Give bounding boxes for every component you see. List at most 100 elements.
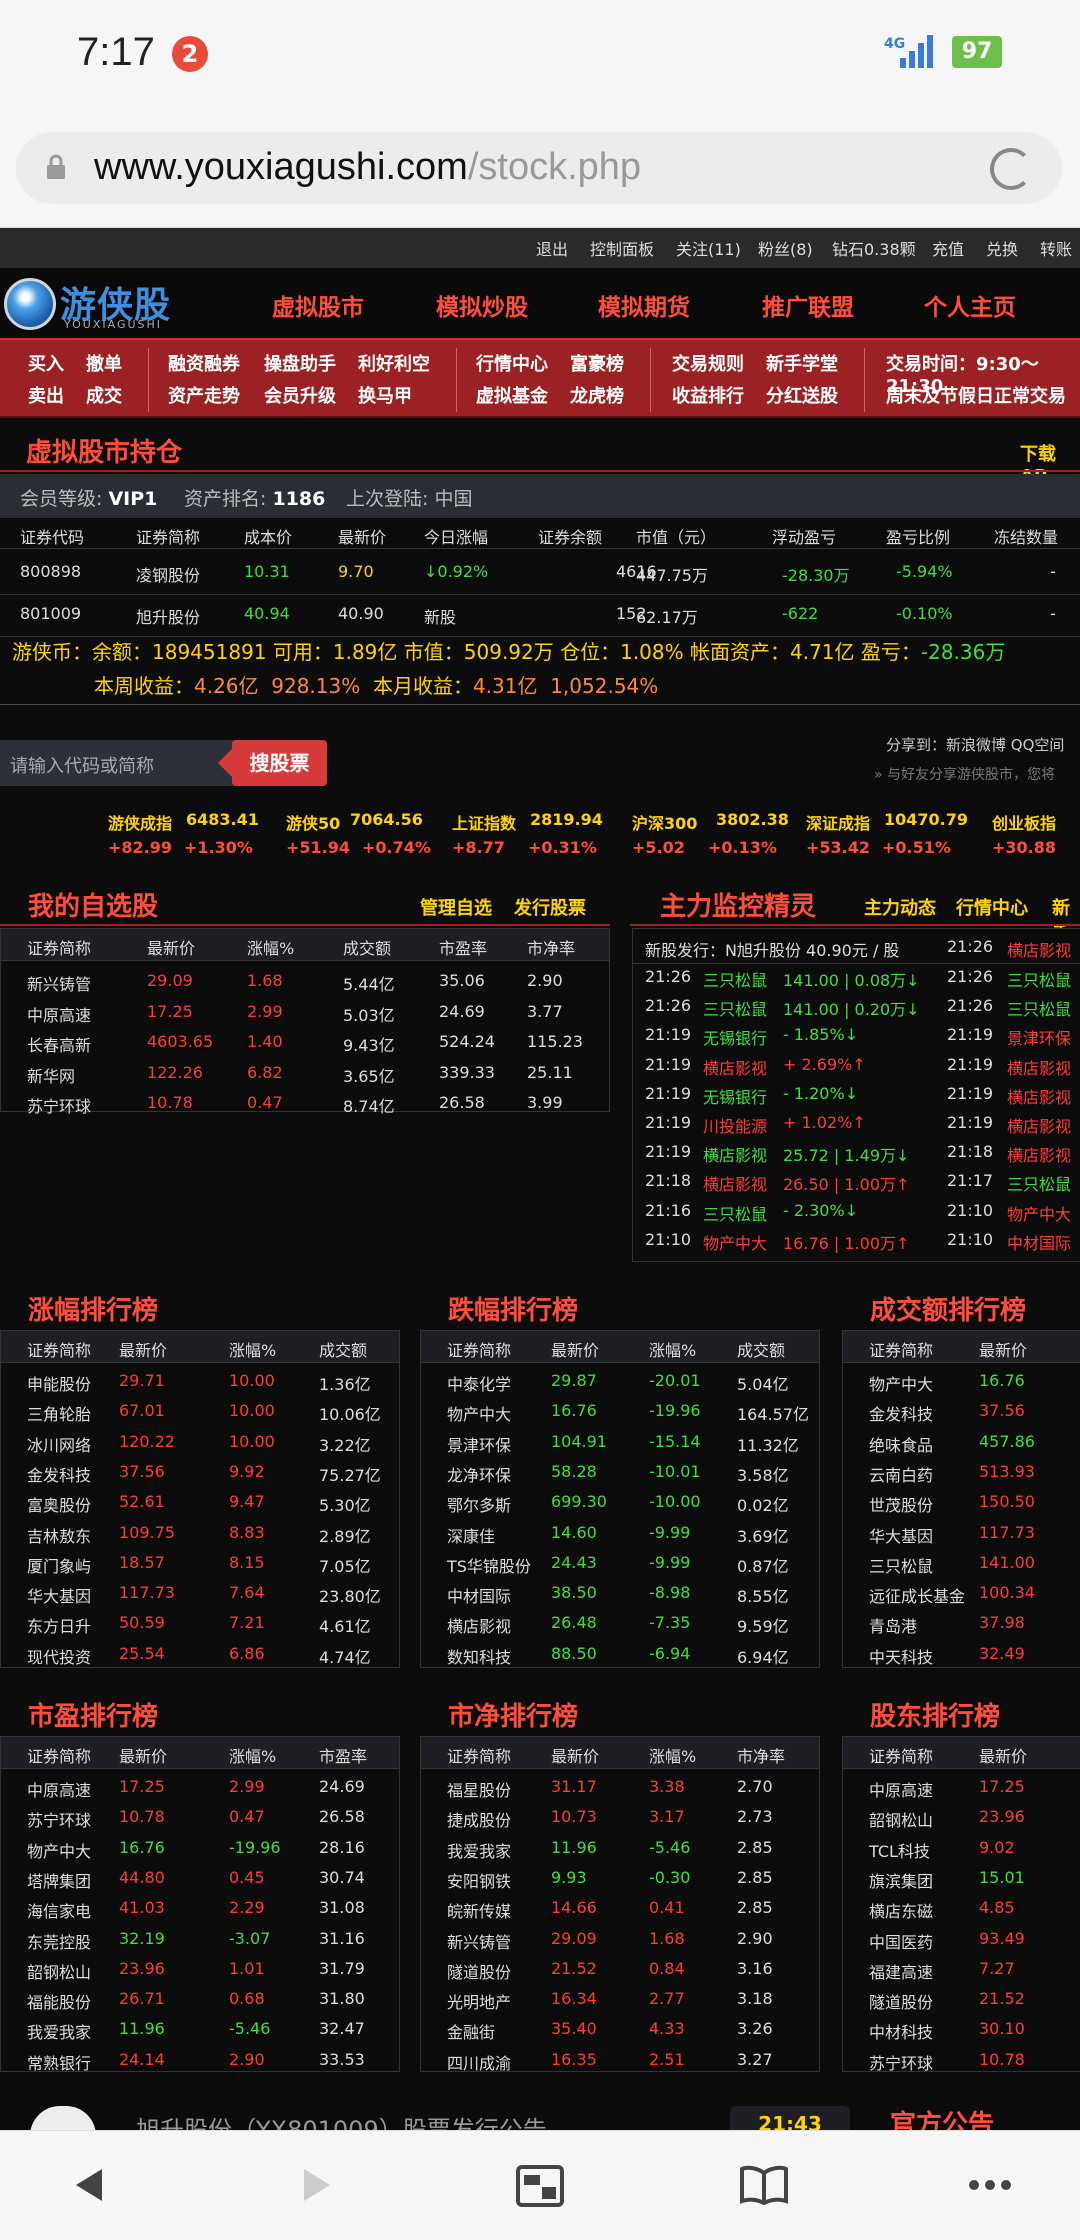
pe-cell[interactable]: 东莞控股 [27, 1929, 91, 1953]
monitor-stock-right[interactable]: 横店影视 [1007, 1113, 1071, 1137]
subnav-dividend[interactable]: 分红送股 [766, 382, 838, 408]
subnav-alias[interactable]: 换马甲 [358, 382, 412, 408]
nav-simulated-trading[interactable]: 模拟炒股 [436, 288, 528, 322]
gainers-cell[interactable]: 吉林敖东 [27, 1523, 91, 1547]
subnav-deals[interactable]: 成交 [86, 382, 122, 408]
monitor-stock-right[interactable]: 三只松鼠 [1007, 996, 1071, 1020]
pb-cell[interactable]: 金融街 [447, 2019, 495, 2043]
subnav-assistant[interactable]: 操盘助手 [264, 350, 336, 376]
monitor-stock-right[interactable]: 横店影视 [1007, 1142, 1071, 1166]
gainers-cell[interactable]: 东方日升 [27, 1613, 91, 1637]
logout-link[interactable]: 退出 [536, 236, 568, 260]
pe-cell[interactable]: 中原高速 [27, 1777, 91, 1801]
losers-cell[interactable]: 鄂尔多斯 [447, 1492, 511, 1516]
subnav-dragon-tiger[interactable]: 龙虎榜 [570, 382, 624, 408]
gainers-cell[interactable]: 金发科技 [27, 1462, 91, 1486]
manage-watchlist-link[interactable]: 管理自选 [420, 894, 492, 920]
subnav-market[interactable]: 行情中心 [476, 350, 548, 376]
monitor-stock-right[interactable]: 横店影视 [1007, 1055, 1071, 1079]
pb-cell[interactable]: 皖新传媒 [447, 1898, 511, 1922]
watchlist-cell[interactable]: 长春高新 [27, 1032, 91, 1056]
address-bar[interactable]: www.youxiagushi.com/stock.php [16, 132, 1062, 204]
subnav-margin[interactable]: 融资融券 [168, 350, 240, 376]
watchlist-cell[interactable]: 苏宁环球 [27, 1093, 91, 1117]
gainers-cell[interactable]: 厦门象屿 [27, 1553, 91, 1577]
losers-cell[interactable]: 横店影视 [447, 1613, 511, 1637]
control-panel-link[interactable]: 控制面板 [590, 236, 654, 260]
monitor-stock[interactable]: 横店影视 [703, 1171, 767, 1195]
pe-cell[interactable]: 福能股份 [27, 1989, 91, 2013]
holders-cell[interactable]: 韶钢松山 [869, 1807, 933, 1831]
losers-cell[interactable]: 深康佳 [447, 1523, 495, 1547]
gainers-cell[interactable]: 现代投资 [27, 1644, 91, 1668]
turnover-cell[interactable]: 中天科技 [869, 1644, 933, 1668]
losers-cell[interactable]: 物产中大 [447, 1401, 511, 1425]
pb-cell[interactable]: 福星股份 [447, 1777, 511, 1801]
holders-cell[interactable]: 中材科技 [869, 2019, 933, 2043]
losers-cell[interactable]: 中泰化学 [447, 1371, 511, 1395]
issue-stock-link[interactable]: 发行股票 [514, 894, 586, 920]
fans-link[interactable]: 粉丝(8) [758, 236, 813, 260]
url-text[interactable]: www.youxiagushi.com/stock.php [94, 146, 641, 189]
monitor-stock-right[interactable]: 三只松鼠 [1007, 967, 1071, 991]
monitor-stock[interactable]: 三只松鼠 [703, 1201, 767, 1225]
holders-cell[interactable]: 横店东磁 [869, 1898, 933, 1922]
search-stock-button[interactable]: 搜股票 [218, 740, 327, 786]
subnav-funds[interactable]: 虚拟基金 [476, 382, 548, 408]
watchlist-cell[interactable]: 新华网 [27, 1063, 75, 1087]
share-links[interactable]: 分享到：新浪微博 QQ空间 [886, 734, 1064, 755]
pe-cell[interactable]: 海信家电 [27, 1898, 91, 1922]
subnav-newbie[interactable]: 新手学堂 [766, 350, 838, 376]
gainers-cell[interactable]: 申能股份 [27, 1371, 91, 1395]
watchlist-cell[interactable]: 新兴铸管 [27, 971, 91, 995]
main-force-link[interactable]: 主力动态 [864, 894, 936, 920]
subnav-upgrade[interactable]: 会员升级 [264, 382, 336, 408]
holders-cell[interactable]: 旗滨集团 [869, 1868, 933, 1892]
turnover-cell[interactable]: 华大基因 [869, 1523, 933, 1547]
gainers-cell[interactable]: 冰川网络 [27, 1432, 91, 1456]
bookmarks-icon[interactable] [740, 2165, 788, 2205]
nav-futures[interactable]: 模拟期货 [598, 288, 690, 322]
monitor-stock[interactable]: 横店影视 [703, 1142, 767, 1166]
pe-cell[interactable]: 我爱我家 [27, 2019, 91, 2043]
turnover-cell[interactable]: 远征成长基金 [869, 1583, 965, 1607]
monitor-stock[interactable]: 三只松鼠 [703, 996, 767, 1020]
pe-cell[interactable]: 韶钢松山 [27, 1959, 91, 1983]
pb-cell[interactable]: 我爱我家 [447, 1838, 511, 1862]
losers-cell[interactable]: 龙净环保 [447, 1462, 511, 1486]
pe-cell[interactable]: 常熟银行 [27, 2050, 91, 2074]
monitor-stock-right[interactable]: 景津环保 [1007, 1025, 1071, 1049]
gainers-cell[interactable]: 华大基因 [27, 1583, 91, 1607]
holders-cell[interactable]: 中国医药 [869, 1929, 933, 1953]
subnav-rich-list[interactable]: 富豪榜 [570, 350, 624, 376]
subnav-cancel[interactable]: 撤单 [86, 350, 122, 376]
monitor-stock[interactable]: 横店影视 [703, 1055, 767, 1079]
pb-cell[interactable]: 光明地产 [447, 1989, 511, 2013]
subnav-buy[interactable]: 买入 [28, 350, 64, 376]
pe-cell[interactable]: 物产中大 [27, 1838, 91, 1862]
pb-cell[interactable]: 隧道股份 [447, 1959, 511, 1983]
market-center-link[interactable]: 行情中心 [956, 894, 1028, 920]
watchlist-cell[interactable]: 中原高速 [27, 1002, 91, 1026]
nav-personal-home[interactable]: 个人主页 [924, 288, 1016, 322]
site-logo[interactable]: 游侠股市 YOUXIAGUSHI [0, 272, 200, 378]
pe-cell[interactable]: 塔牌集团 [27, 1868, 91, 1892]
nav-affiliate[interactable]: 推广联盟 [762, 288, 854, 322]
refresh-icon[interactable] [990, 148, 1032, 190]
gainers-cell[interactable]: 富奥股份 [27, 1492, 91, 1516]
turnover-cell[interactable]: 青岛港 [869, 1613, 917, 1637]
recharge-link[interactable]: 充值 [932, 236, 964, 260]
subnav-rules[interactable]: 交易规则 [672, 350, 744, 376]
diamond-link[interactable]: 钻石0.38颗 [832, 236, 916, 260]
turnover-cell[interactable]: 三只松鼠 [869, 1553, 933, 1577]
monitor-stock[interactable]: 无锡银行 [703, 1025, 767, 1049]
gainers-cell[interactable]: 三角轮胎 [27, 1401, 91, 1425]
losers-cell[interactable]: 中材国际 [447, 1583, 511, 1607]
turnover-cell[interactable]: 绝味食品 [869, 1432, 933, 1456]
follow-link[interactable]: 关注(11) [676, 236, 741, 260]
tabs-icon[interactable] [516, 2165, 564, 2207]
exchange-link[interactable]: 兑换 [986, 236, 1018, 260]
turnover-cell[interactable]: 物产中大 [869, 1371, 933, 1395]
holders-cell[interactable]: TCL科技 [869, 1838, 930, 1862]
monitor-stock[interactable]: 川投能源 [703, 1113, 767, 1137]
